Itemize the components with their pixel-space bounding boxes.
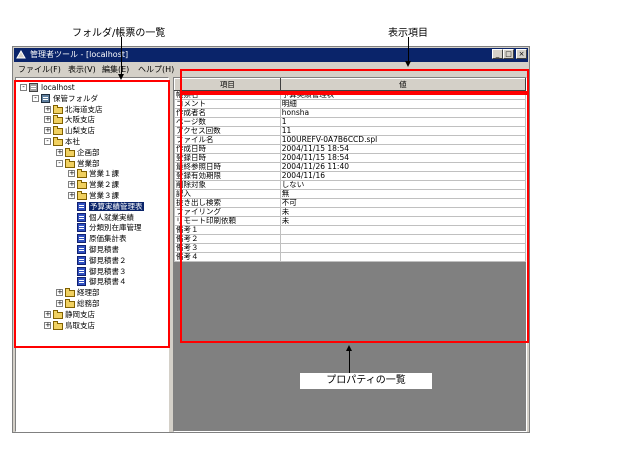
tree-arrow-line [121,37,122,75]
title-bar[interactable]: 管理者ツール - [localhost] _ □ × [14,48,528,62]
header-highlight-box [180,69,529,93]
app-icon [16,49,26,59]
minimize-button[interactable]: _ [492,49,503,59]
menu-view[interactable]: 表示(V) [68,64,96,75]
menu-file[interactable]: ファイル(F) [18,64,61,75]
menu-help[interactable]: ヘルプ(H) [138,64,174,75]
annotation-property-label: プロパティの一覧 [300,373,432,389]
tree-highlight-box [14,80,170,348]
close-button[interactable]: × [516,49,527,59]
property-arrow-head [346,345,352,351]
menu-edit[interactable]: 編集(E) [102,64,129,75]
tree-arrow-head [118,74,124,80]
window-title: 管理者ツール - [localhost] [30,50,129,59]
annotation-tree-label: フォルダ/帳票の一覧 [72,28,166,39]
columns-arrow-head [405,61,411,67]
maximize-button[interactable]: □ [503,49,514,59]
property-arrow-line [349,351,350,373]
properties-highlight-box [180,93,529,343]
columns-arrow-line [408,37,409,62]
